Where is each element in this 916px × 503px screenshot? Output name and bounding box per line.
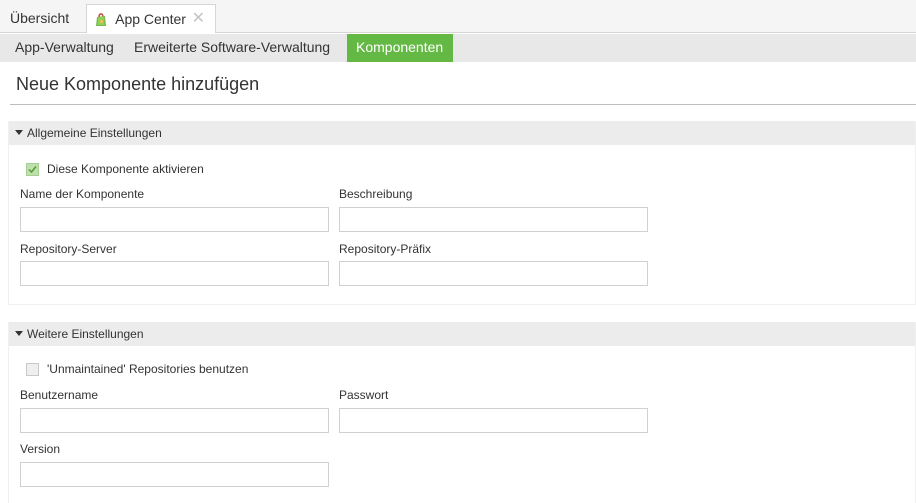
tab-komponenten[interactable]: Komponenten: [347, 34, 453, 62]
top-tab-bar: Übersicht App Center ✕: [0, 0, 916, 33]
tab-erweiterte-software-verwaltung[interactable]: Erweiterte Software-Verwaltung: [126, 34, 338, 62]
description-label: Beschreibung: [339, 187, 413, 201]
further-settings-section: Weitere Einstellungen 'Unmaintained' Rep…: [8, 322, 916, 503]
activate-component-row[interactable]: Diese Komponente aktivieren: [26, 161, 204, 177]
password-label: Passwort: [339, 388, 389, 402]
repository-prefix-input[interactable]: [339, 261, 648, 286]
page-title: Neue Komponente hinzufügen: [16, 74, 260, 94]
general-settings-header[interactable]: Allgemeine Einstellungen: [9, 121, 915, 145]
checkmark-icon: [28, 166, 37, 174]
title-divider: [10, 104, 916, 105]
collapse-triangle-icon: [15, 130, 23, 135]
version-label: Version: [20, 442, 61, 456]
username-label: Benutzername: [20, 388, 99, 402]
tab-app-center[interactable]: App Center ✕: [86, 4, 216, 33]
tab-overview-label: Übersicht: [10, 10, 70, 26]
app-center-icon: [95, 8, 107, 26]
further-settings-header[interactable]: Weitere Einstellungen: [9, 322, 915, 346]
general-settings-title: Allgemeine Einstellungen: [27, 126, 162, 140]
tab-app-center-label: App Center: [115, 11, 186, 27]
further-settings-title: Weitere Einstellungen: [27, 327, 144, 341]
username-input[interactable]: [20, 408, 329, 433]
tab-app-verwaltung[interactable]: App-Verwaltung: [7, 34, 122, 62]
unmaintained-repositories-row[interactable]: 'Unmaintained' Repositories benutzen: [26, 361, 248, 377]
activate-component-checkbox[interactable]: [26, 163, 39, 176]
general-settings-section: Allgemeine Einstellungen Diese Komponent…: [8, 121, 916, 305]
repository-server-input[interactable]: [20, 261, 329, 286]
close-icon[interactable]: ✕: [192, 5, 205, 33]
repository-prefix-label: Repository-Präfix: [339, 242, 432, 256]
activate-component-label: Diese Komponente aktivieren: [47, 162, 204, 176]
unmaintained-repositories-checkbox[interactable]: [26, 363, 39, 376]
password-input[interactable]: [339, 408, 648, 433]
name-input[interactable]: [20, 207, 329, 232]
collapse-triangle-icon: [15, 331, 23, 336]
name-label: Name der Komponente: [20, 187, 145, 201]
unmaintained-repositories-label: 'Unmaintained' Repositories benutzen: [47, 362, 249, 376]
description-input[interactable]: [339, 207, 648, 232]
module-tab-bar: App-Verwaltung Erweiterte Software-Verwa…: [0, 34, 916, 62]
tab-overview[interactable]: Übersicht: [2, 4, 77, 32]
repository-server-label: Repository-Server: [20, 242, 117, 256]
version-input[interactable]: [20, 462, 329, 487]
